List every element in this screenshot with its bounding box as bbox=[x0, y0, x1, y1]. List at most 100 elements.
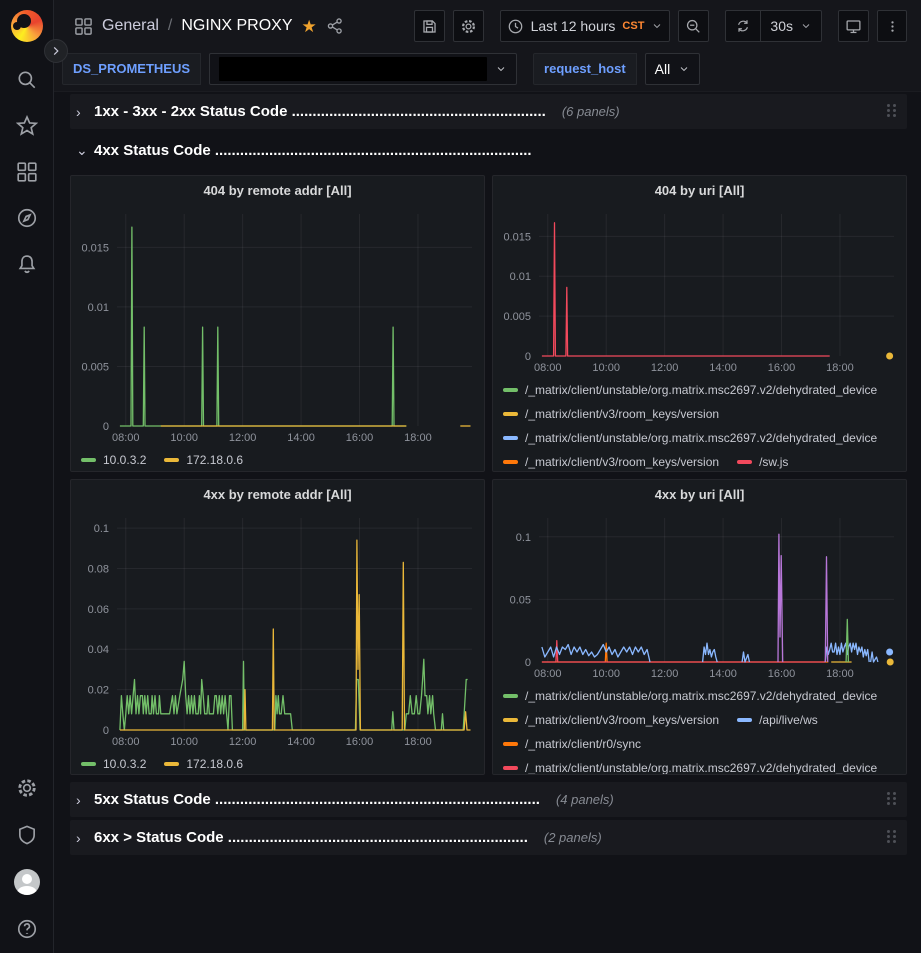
svg-text:10:00: 10:00 bbox=[592, 668, 620, 680]
legend-item[interactable]: /sw.js bbox=[737, 455, 788, 469]
row-title: 5xx Status Code ........................… bbox=[94, 791, 540, 808]
breadcrumb-folder[interactable]: General bbox=[102, 17, 159, 35]
breadcrumb-separator: / bbox=[168, 17, 172, 35]
sidebar-item-starred[interactable] bbox=[11, 110, 43, 142]
panel-404-by-remote-addr: 404 by remote addr [All] 00.0050.010.015… bbox=[70, 175, 485, 472]
variable-ds-prometheus: DS_PROMETHEUS bbox=[62, 53, 201, 85]
legend-item[interactable]: /_matrix/client/r0/sync bbox=[503, 737, 641, 751]
legend-label: /_matrix/client/r0/sync bbox=[525, 737, 641, 751]
svg-text:0.1: 0.1 bbox=[94, 523, 109, 535]
row-drag-handle[interactable] bbox=[887, 792, 899, 808]
legend-item[interactable]: /_matrix/client/unstable/org.matrix.msc2… bbox=[503, 689, 877, 703]
legend-item[interactable]: /_matrix/client/unstable/org.matrix.msc2… bbox=[503, 761, 877, 774]
search-icon[interactable] bbox=[11, 64, 43, 96]
svg-text:18:00: 18:00 bbox=[404, 432, 432, 444]
sidebar-item-alerting[interactable] bbox=[11, 248, 43, 280]
legend-item[interactable]: /_matrix/client/v3/room_keys/version bbox=[503, 455, 719, 469]
legend-label: 172.18.0.6 bbox=[186, 453, 243, 467]
tv-mode-button[interactable] bbox=[838, 10, 869, 42]
row-6xx[interactable]: › 6xx > Status Code ....................… bbox=[70, 820, 907, 855]
panel-title[interactable]: 404 by remote addr [All] bbox=[71, 176, 484, 206]
grafana-logo[interactable] bbox=[11, 10, 43, 42]
legend-label: 172.18.0.6 bbox=[186, 757, 243, 771]
topbar: General / NGINX PROXY ★ Last 12 hours CS… bbox=[54, 0, 921, 52]
topbar-actions: Last 12 hours CST 30s bbox=[414, 10, 907, 42]
sidebar-expand-button[interactable] bbox=[44, 39, 68, 63]
legend-item[interactable]: /_matrix/client/v3/room_keys/version bbox=[503, 407, 719, 421]
variables-bar: DS_PROMETHEUS request_host All bbox=[54, 52, 921, 92]
time-picker-button[interactable]: Last 12 hours CST bbox=[500, 10, 671, 42]
legend-swatch-orange bbox=[503, 460, 518, 464]
timeseries-chart[interactable]: 00.0050.010.01508:0010:0012:0014:0016:00… bbox=[71, 206, 484, 446]
server-admin-shield-icon[interactable] bbox=[11, 819, 43, 851]
svg-text:0.01: 0.01 bbox=[510, 271, 531, 283]
legend-item[interactable]: 172.18.0.6 bbox=[164, 757, 243, 771]
legend-item[interactable]: /api/live/ws bbox=[737, 713, 818, 727]
refresh-interval-value: 30s bbox=[770, 18, 793, 34]
row-chevron-collapsed: › bbox=[76, 830, 86, 846]
sidebar-item-explore[interactable] bbox=[11, 202, 43, 234]
legend-item[interactable]: /_matrix/client/unstable/org.matrix.msc2… bbox=[503, 431, 877, 445]
legend-item[interactable]: /_matrix/client/unstable/org.matrix.msc2… bbox=[503, 383, 877, 397]
panel-title[interactable]: 4xx by remote addr [All] bbox=[71, 480, 484, 510]
timeseries-chart[interactable]: 00.0050.010.01508:0010:0012:0014:0016:00… bbox=[493, 206, 906, 376]
variable-select-ds-prometheus[interactable] bbox=[209, 53, 517, 85]
svg-text:0.04: 0.04 bbox=[88, 644, 109, 656]
zoom-out-button[interactable] bbox=[678, 10, 709, 42]
refresh-icon bbox=[735, 18, 751, 34]
avatar bbox=[14, 869, 40, 895]
legend-item[interactable]: 10.0.3.2 bbox=[81, 757, 146, 771]
breadcrumb-dashboard-title[interactable]: NGINX PROXY bbox=[181, 17, 292, 35]
row-drag-handle[interactable] bbox=[887, 830, 899, 846]
dashboard-settings-button[interactable] bbox=[453, 10, 484, 42]
legend-swatch-yellow bbox=[503, 412, 518, 416]
variable-select-request-host[interactable]: All bbox=[645, 53, 701, 85]
chevron-down-icon bbox=[495, 63, 507, 75]
sidebar bbox=[0, 0, 54, 953]
configuration-gear-icon[interactable] bbox=[11, 772, 43, 804]
svg-text:0.015: 0.015 bbox=[81, 242, 109, 254]
legend-swatch-blue bbox=[503, 436, 518, 440]
user-avatar[interactable] bbox=[11, 866, 43, 898]
panel-title[interactable]: 4xx by uri [All] bbox=[493, 480, 906, 510]
legend-label: 10.0.3.2 bbox=[103, 453, 146, 467]
svg-text:14:00: 14:00 bbox=[709, 362, 737, 374]
panel-4xx-by-remote-addr: 4xx by remote addr [All] 00.020.040.060.… bbox=[70, 479, 485, 775]
panel-title[interactable]: 404 by uri [All] bbox=[493, 176, 906, 206]
row-4xx[interactable]: ⌄ 4xx Status Code ......................… bbox=[70, 133, 907, 168]
timezone-badge: CST bbox=[622, 20, 644, 32]
save-dashboard-button[interactable] bbox=[414, 10, 445, 42]
legend-row: /_matrix/client/v3/room_keys/version/api… bbox=[503, 708, 896, 732]
legend-item[interactable]: /_matrix/client/v3/room_keys/version bbox=[503, 713, 719, 727]
help-icon[interactable] bbox=[11, 913, 43, 945]
legend-swatch-green bbox=[503, 694, 518, 698]
svg-text:0: 0 bbox=[103, 421, 109, 433]
svg-text:14:00: 14:00 bbox=[709, 668, 737, 680]
kebab-menu-button[interactable] bbox=[877, 10, 907, 42]
legend-swatch-yellow bbox=[164, 458, 179, 462]
row-panel-count: (2 panels) bbox=[544, 830, 602, 845]
legend-item[interactable]: 10.0.3.2 bbox=[81, 453, 146, 467]
timeseries-chart[interactable]: 00.020.040.060.080.108:0010:0012:0014:00… bbox=[71, 510, 484, 750]
sidebar-item-dashboards[interactable] bbox=[11, 156, 43, 188]
svg-text:0: 0 bbox=[525, 657, 531, 669]
gear-icon bbox=[460, 18, 477, 35]
refresh-interval-dropdown[interactable]: 30s bbox=[760, 11, 821, 41]
row-chevron-collapsed: › bbox=[76, 792, 86, 808]
legend-label: /sw.js bbox=[759, 455, 788, 469]
legend-swatch-red bbox=[737, 460, 752, 464]
timeseries-chart[interactable]: 00.050.108:0010:0012:0014:0016:0018:00 bbox=[493, 510, 906, 682]
favorite-star-icon[interactable]: ★ bbox=[302, 18, 317, 35]
refresh-button[interactable] bbox=[726, 11, 760, 41]
legend-label: /_matrix/client/unstable/org.matrix.msc2… bbox=[525, 383, 877, 397]
legend-row: 10.0.3.2 172.18.0.6 bbox=[81, 752, 474, 774]
svg-text:10:00: 10:00 bbox=[170, 736, 198, 748]
legend-item[interactable]: 172.18.0.6 bbox=[164, 453, 243, 467]
row-drag-handle[interactable] bbox=[887, 104, 899, 120]
row-5xx[interactable]: › 5xx Status Code ......................… bbox=[70, 782, 907, 817]
share-icon[interactable] bbox=[326, 17, 344, 35]
row-chevron-collapsed: › bbox=[76, 104, 86, 120]
monitor-icon bbox=[845, 18, 862, 35]
row-1xx-3xx-2xx[interactable]: › 1xx - 3xx - 2xx Status Code ..........… bbox=[70, 94, 907, 129]
sidebar-nav-top bbox=[11, 64, 43, 280]
